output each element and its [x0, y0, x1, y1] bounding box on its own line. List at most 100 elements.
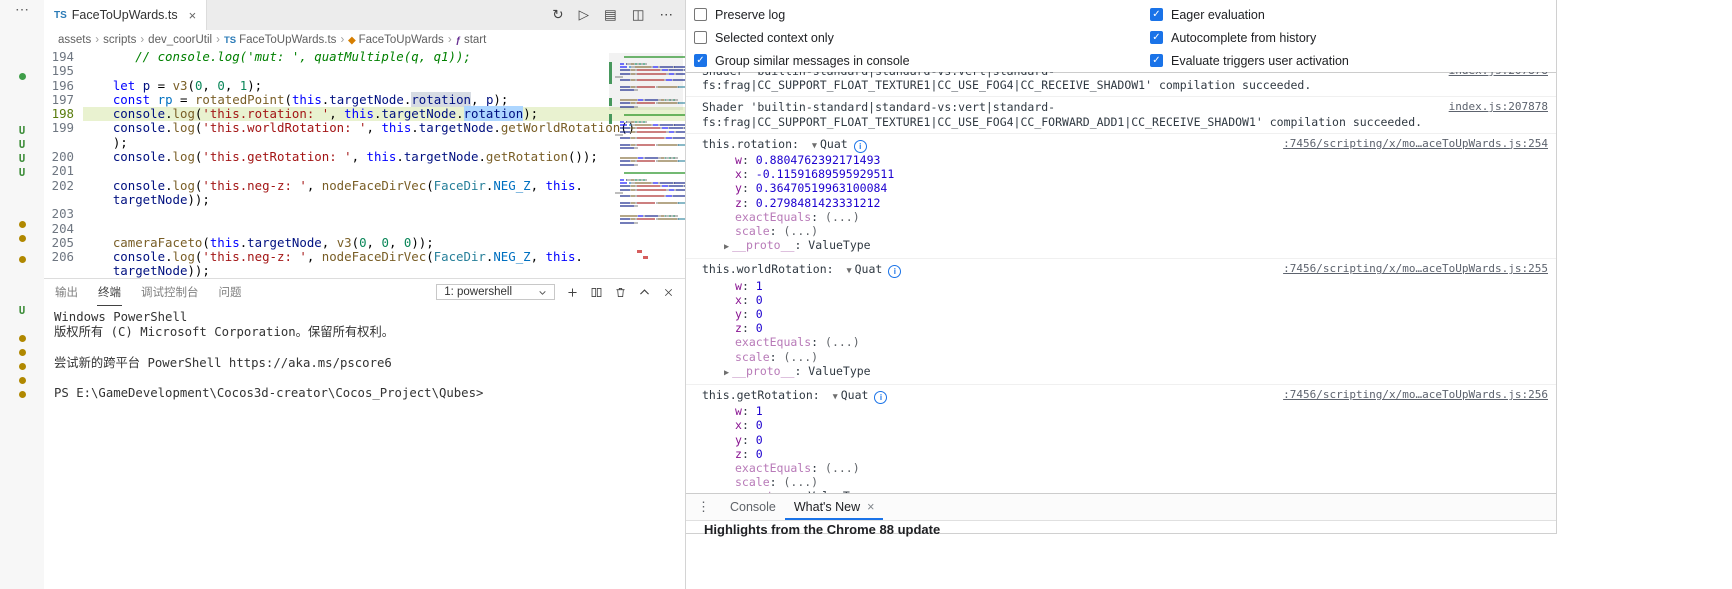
property-value[interactable]: (...)	[783, 475, 818, 489]
more-actions-icon[interactable]: ⋯	[0, 1, 44, 18]
symbol-icon: ƒ	[455, 34, 461, 46]
minimap-line	[620, 163, 634, 166]
close-tab-icon[interactable]: ×	[867, 500, 874, 514]
checkbox[interactable]	[694, 8, 707, 21]
minimap-line	[615, 191, 624, 194]
console-settings-bar: Preserve log Selected context only ✓ Group …	[686, 0, 1556, 73]
close-tab-icon[interactable]: ×	[189, 8, 197, 23]
terminal-select[interactable]: 1: powershell	[436, 284, 555, 300]
breadcrumb-item-facetoupwards[interactable]: ◆ FaceToUpWards	[348, 34, 444, 46]
code-token: targetNode	[112, 263, 188, 278]
property-key: scale	[735, 349, 770, 364]
source-link[interactable]: index.js:207878	[1449, 100, 1548, 114]
console-setting-group-similar-messages-in-console[interactable]: ✓ Group similar messages in console	[694, 49, 910, 72]
console-setting-eager-evaluation[interactable]: ✓ Eager evaluation	[1150, 3, 1349, 26]
property-value[interactable]: (...)	[783, 224, 818, 238]
new-terminal-icon[interactable]	[566, 286, 579, 299]
checkbox[interactable]	[694, 31, 707, 44]
source-link[interactable]: :7456/scripting/x/mo…aceToUpWards.js:256	[1283, 388, 1548, 402]
breadcrumb-item-facetoupwards-ts[interactable]: TS FaceToUpWards.ts	[224, 34, 337, 46]
minimap-line	[633, 221, 638, 224]
minimap-line	[620, 156, 637, 159]
breadcrumb-item-assets[interactable]: assets	[58, 34, 91, 46]
minimap-line	[644, 62, 648, 65]
code-token: .	[411, 120, 419, 136]
more-actions-icon[interactable]: ⋯	[660, 7, 674, 23]
minimap-line	[669, 185, 683, 188]
collapse-triangle-icon[interactable]: ▶	[724, 242, 729, 252]
console-setting-preserve-log[interactable]: Preserve log	[694, 3, 910, 26]
panel-tab-输出[interactable]: 输出	[54, 279, 79, 306]
run-icon[interactable]: ▷	[579, 7, 589, 23]
property-key: x	[735, 167, 742, 182]
code-token: 0	[381, 234, 389, 250]
minimap-line	[635, 65, 652, 68]
code-text: targetNode));	[83, 192, 685, 207]
checkbox[interactable]: ✓	[1150, 31, 1163, 44]
kill-terminal-icon[interactable]	[614, 286, 627, 299]
drawer-tab-label: Console	[730, 500, 776, 514]
chevron-down-icon	[539, 290, 546, 295]
source-link[interactable]: :7456/scripting/x/mo…aceToUpWards.js:255	[1283, 262, 1548, 276]
console-setting-selected-context-only[interactable]: Selected context only	[694, 26, 910, 49]
expand-triangle-icon[interactable]: ▼	[812, 141, 817, 151]
drawer-tab-console[interactable]: Console	[721, 494, 785, 520]
code-token: targetNode	[418, 120, 494, 136]
drawer-menu-icon[interactable]: ⋮	[686, 499, 721, 515]
sync-icon[interactable]: ↻	[552, 7, 563, 23]
console-setting-evaluate-triggers-user-activation[interactable]: ✓ Evaluate triggers user activation	[1150, 49, 1349, 72]
minimap[interactable]	[609, 50, 685, 278]
console-setting-autocomplete-from-history[interactable]: ✓ Autocomplete from history	[1150, 26, 1349, 49]
source-link[interactable]: :7456/scripting/x/mo…aceToUpWards.js:254	[1283, 137, 1548, 151]
property-value[interactable]: (...)	[825, 210, 860, 224]
code-editor[interactable]: 194 // console.log('mut: ', quatMultiple…	[44, 50, 685, 278]
property-value[interactable]: (...)	[783, 350, 818, 364]
panel-tab-问题[interactable]: 问题	[218, 279, 243, 306]
property-key: exactEquals	[735, 335, 812, 350]
split-terminal-icon[interactable]	[590, 286, 603, 299]
property-key: exactEquals	[735, 209, 812, 224]
panel-tab-调试控制台[interactable]: 调试控制台	[140, 279, 200, 306]
code-token: this	[209, 234, 240, 250]
breadcrumb-label: FaceToUpWards	[358, 34, 444, 46]
panel-toolbar: 1: powershell	[436, 284, 675, 300]
drawer-tabs: Console What's New ×	[721, 494, 883, 520]
breadcrumb-item-start[interactable]: ƒ start	[456, 34, 487, 46]
line-number: 198	[51, 106, 74, 122]
code-token: .	[575, 249, 583, 265]
open-preview-icon[interactable]: ▤	[604, 7, 617, 23]
terminal-output[interactable]: Windows PowerShell 版权所有 (C) Microsoft Cor…	[44, 305, 685, 401]
collapse-triangle-icon[interactable]: ▶	[724, 368, 729, 378]
code-token: this	[344, 106, 374, 122]
minimap-git-added-mark	[609, 114, 612, 124]
close-panel-icon[interactable]	[662, 286, 675, 299]
minimap-line	[678, 102, 685, 105]
property-value[interactable]: (...)	[825, 335, 860, 349]
git-untracked-badge: U	[18, 167, 26, 179]
split-editor-icon[interactable]: ◫	[632, 7, 645, 23]
code-token: log	[172, 249, 195, 265]
checkbox[interactable]: ✓	[1150, 8, 1163, 21]
code-token: getRotation	[485, 149, 568, 165]
panel-tab-终端[interactable]: 终端	[97, 279, 122, 306]
status-dot-shape	[18, 235, 26, 242]
drawer-tab-what-s-new[interactable]: What's New ×	[785, 494, 884, 520]
property-key: exactEquals	[735, 461, 812, 476]
code-token: (	[351, 234, 360, 250]
checkbox[interactable]: ✓	[694, 54, 707, 67]
maximize-panel-icon[interactable]	[638, 286, 651, 299]
breadcrumb-label: scripts	[103, 34, 137, 46]
property-colon: :	[741, 153, 756, 168]
expand-triangle-icon[interactable]: ▼	[846, 266, 851, 276]
expand-triangle-icon[interactable]: ▼	[833, 392, 838, 402]
breadcrumb-item-scripts[interactable]: scripts	[103, 34, 136, 46]
breadcrumb-item-dev-coorutil[interactable]: dev_coorUtil	[148, 34, 212, 46]
checkbox[interactable]: ✓	[1150, 54, 1163, 67]
tab-facetoupwards[interactable]: TS FaceToUpWards.ts ×	[44, 0, 208, 30]
source-link[interactable]: index.js:207878	[1449, 72, 1548, 78]
code-text: console.log('this.neg-z: ', nodeFaceDirV…	[83, 250, 685, 264]
property-value[interactable]: (...)	[825, 461, 860, 475]
